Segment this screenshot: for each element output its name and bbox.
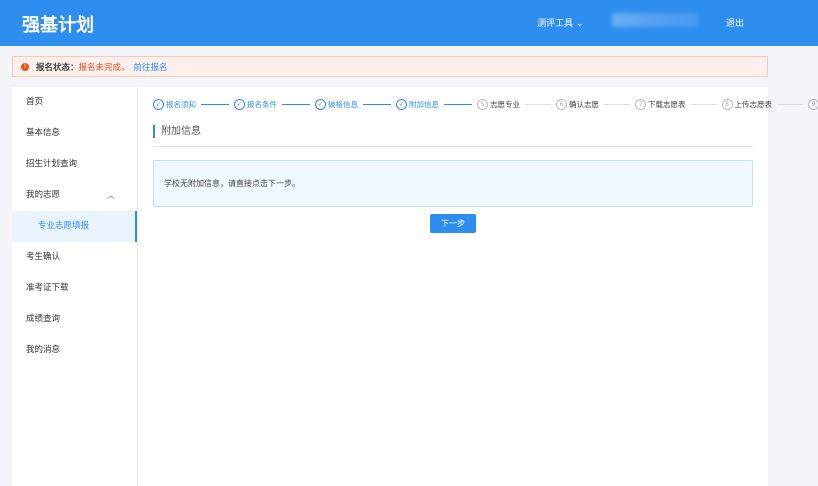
sidebar-item-basic-info[interactable]: 基本信息 [12, 118, 137, 149]
step-3: ✓破格信息 [315, 99, 358, 110]
step-connector [201, 104, 229, 105]
logo: 强基计划 [22, 11, 94, 37]
tools-label: 测评工具 [537, 19, 573, 29]
step-label: 下载志愿表 [648, 99, 686, 110]
step-label: 确认志愿 [569, 99, 599, 110]
step-9: 9填报完成 [808, 99, 818, 110]
section-title: 附加信息 [153, 125, 753, 138]
step-8: 8上传志愿表 [722, 99, 773, 110]
step-label: 志愿专业 [490, 99, 520, 110]
next-step-button[interactable]: 下一步 [430, 214, 476, 233]
step-connector [282, 104, 310, 105]
steps-bar: ✓报名须知✓报名条件✓破格信息✓附加信息5志愿专业6确认志愿7下载志愿表8上传志… [153, 99, 818, 110]
check-circle-icon: ✓ [315, 99, 326, 110]
step-1: ✓报名须知 [153, 99, 196, 110]
alert-icon: ! [21, 63, 29, 71]
sidebar: 首页 基本信息 招生计划查询 我的志愿 ︿ 专业志愿填报 考生确认 准考证下载 成… [12, 87, 138, 486]
step-connector [363, 104, 391, 105]
logout-link[interactable]: 退出 [726, 16, 744, 29]
step-2: ✓报名条件 [234, 99, 277, 110]
sidebar-item-admission-ticket[interactable]: 准考证下载 [12, 273, 137, 304]
check-circle-icon: ✓ [234, 99, 245, 110]
sidebar-item-label: 我的志愿 [26, 190, 60, 200]
tools-dropdown[interactable]: 测评工具 ⌄ [537, 16, 583, 29]
step-label: 上传志愿表 [735, 99, 773, 110]
user-name-blurred [612, 13, 698, 27]
step-6: 6确认志愿 [556, 99, 599, 110]
step-connector [691, 104, 717, 105]
alert-label: 报名状态： [36, 61, 79, 73]
step-connector [777, 104, 803, 105]
step-label: 附加信息 [409, 99, 439, 110]
check-circle-icon: ✓ [396, 99, 407, 110]
status-alert: ! 报名状态： 报名未完成， 前往报名 [12, 56, 768, 77]
step-connector [525, 104, 551, 105]
sidebar-item-major-wish[interactable]: 专业志愿填报 [12, 211, 137, 242]
step-number: 8 [722, 99, 733, 110]
sidebar-item-scores[interactable]: 成绩查询 [12, 304, 137, 335]
step-label: 报名须知 [166, 99, 196, 110]
step-7: 7下载志愿表 [635, 99, 686, 110]
step-5: 5志愿专业 [477, 99, 520, 110]
chevron-down-icon: ⌄ [576, 19, 584, 29]
step-4: ✓附加信息 [396, 99, 439, 110]
main-content: ✓报名须知✓报名条件✓破格信息✓附加信息5志愿专业6确认志愿7下载志愿表8上传志… [138, 87, 768, 486]
top-header: 强基计划 测评工具 ⌄ 退出 [0, 0, 818, 46]
info-box: 学校无附加信息，请直接点击下一步。 [153, 160, 753, 207]
section-header: 附加信息 [153, 125, 753, 147]
alert-status: 报名未完成， [79, 61, 130, 73]
step-number: 5 [477, 99, 488, 110]
step-connector [444, 104, 472, 105]
sidebar-item-messages[interactable]: 我的消息 [12, 335, 137, 366]
step-label: 报名条件 [247, 99, 277, 110]
sidebar-item-my-wishes[interactable]: 我的志愿 ︿ [12, 180, 137, 211]
check-circle-icon: ✓ [153, 99, 164, 110]
go-register-link[interactable]: 前往报名 [134, 61, 168, 73]
step-number: 6 [556, 99, 567, 110]
step-connector [604, 104, 630, 105]
step-label: 破格信息 [328, 99, 358, 110]
step-number: 7 [635, 99, 646, 110]
chevron-up-icon: ︿ [107, 180, 115, 211]
sidebar-item-confirm[interactable]: 考生确认 [12, 242, 137, 273]
sidebar-item-plan-query[interactable]: 招生计划查询 [12, 149, 137, 180]
step-number: 9 [808, 99, 818, 110]
sidebar-item-home[interactable]: 首页 [12, 87, 137, 118]
